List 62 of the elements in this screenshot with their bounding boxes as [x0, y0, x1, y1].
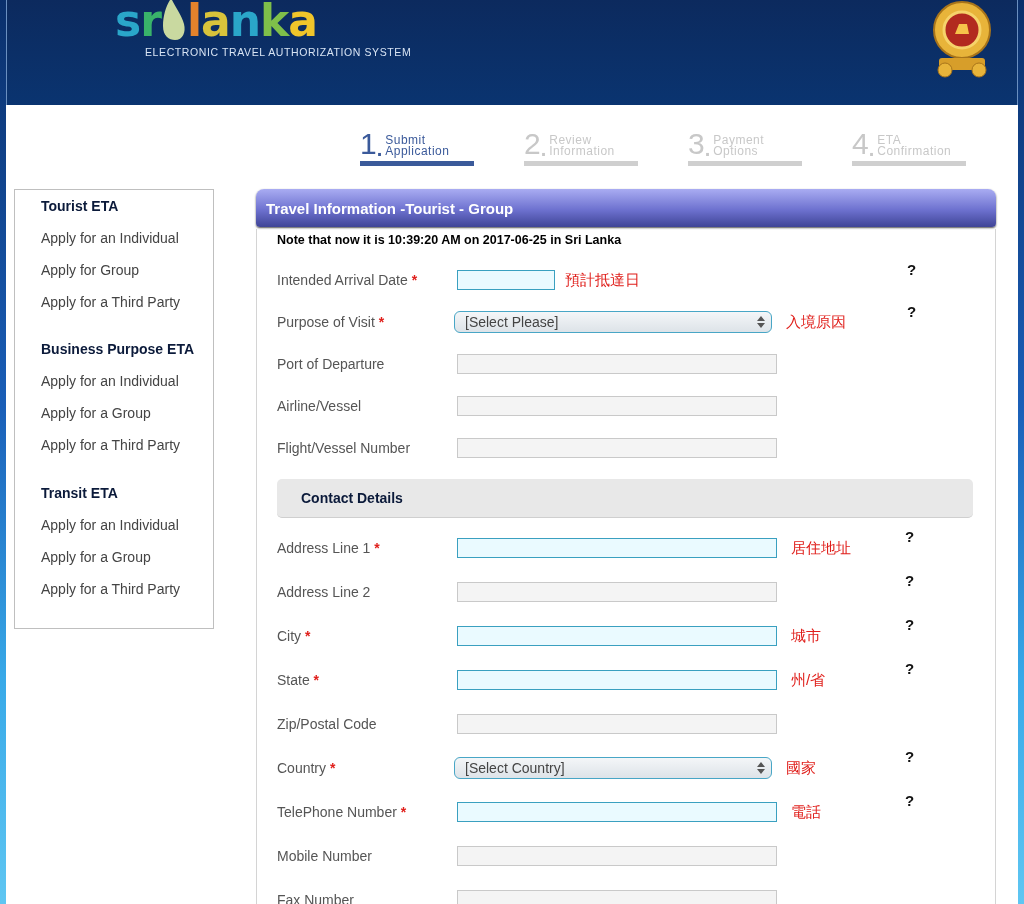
sidebar-link[interactable]: Apply for a Third Party: [41, 580, 213, 613]
field-label: State *: [277, 672, 321, 688]
section-header: Contact Details: [277, 479, 973, 518]
field-label: Address Line 2: [277, 584, 372, 600]
text-field[interactable]: [457, 538, 777, 558]
date-field[interactable]: [457, 270, 555, 290]
dropdown-field[interactable]: [Select Please]: [454, 311, 772, 333]
field-label: Zip/Postal Code: [277, 716, 378, 732]
sidebar-link[interactable]: Apply for a Group: [41, 548, 213, 581]
text-field[interactable]: [457, 626, 777, 646]
time-note: Note that now it is 10:39:20 AM on 2017-06-25 in Sri Lanka: [277, 233, 623, 247]
text-field[interactable]: [457, 802, 777, 822]
help-mark[interactable]: ?: [905, 792, 915, 809]
field-label: City *: [277, 628, 312, 644]
sidebar-link[interactable]: Apply for an Individual: [41, 230, 213, 262]
annotation-text: 預計抵達日: [565, 270, 640, 290]
field-label: TelePhone Number *: [277, 804, 408, 820]
sidebar-heading: Tourist ETA: [41, 198, 120, 216]
help-mark[interactable]: ?: [907, 261, 917, 278]
sidebar-heading: Transit ETA: [41, 484, 119, 503]
annotation-text: 城市: [791, 626, 821, 646]
text-field[interactable]: [457, 846, 777, 866]
annotation-text: 州/省: [791, 670, 826, 690]
field-label: Purpose of Visit *: [277, 314, 386, 330]
sidebar-link[interactable]: Apply for a Third Party: [41, 294, 213, 326]
field-label: Mobile Number: [277, 848, 373, 864]
sidebar-link[interactable]: Apply for Group: [41, 262, 213, 294]
help-mark[interactable]: ?: [905, 528, 915, 545]
help-mark[interactable]: ?: [905, 616, 915, 633]
text-field[interactable]: [457, 890, 777, 904]
help-mark[interactable]: ?: [905, 660, 915, 677]
annotation-text: 居住地址: [791, 538, 851, 558]
field-label: Port of Departure: [277, 356, 386, 372]
annotation-text: 入境原因: [786, 312, 846, 332]
logo-wordmark: sr lanka: [115, 0, 318, 46]
field-label: Intended Arrival Date *: [277, 272, 419, 288]
field-label: Flight/Vessel Number: [277, 440, 412, 456]
text-field[interactable]: [457, 396, 777, 416]
help-mark[interactable]: ?: [905, 748, 915, 765]
help-mark[interactable]: ?: [905, 572, 915, 589]
text-field[interactable]: [457, 582, 777, 602]
dropdown-field[interactable]: [Select Country]: [454, 757, 772, 779]
text-field[interactable]: [457, 354, 777, 374]
annotation-text: 電話: [791, 802, 821, 822]
panel-title: Travel Information -Tourist - Group: [256, 189, 996, 227]
text-field[interactable]: [457, 438, 777, 458]
up-down-caret-icon: [757, 762, 765, 774]
sidebar-link[interactable]: Apply for a Group: [41, 405, 213, 438]
sidebar-link[interactable]: Apply for an Individual: [41, 516, 213, 549]
text-field[interactable]: [457, 670, 777, 690]
island-icon: [160, 0, 187, 42]
sidebar-heading: Business Purpose ETA: [41, 341, 195, 360]
up-down-caret-icon: [757, 316, 765, 328]
field-label: Address Line 1 *: [277, 540, 381, 556]
field-label: Country *: [277, 760, 337, 776]
logo-tagline: ELECTRONIC TRAVEL AUTHORIZATION SYSTEM: [145, 46, 412, 58]
sidebar-link[interactable]: Apply for an Individual: [41, 373, 213, 406]
text-field[interactable]: [457, 714, 777, 734]
field-label: Airline/Vessel: [277, 398, 363, 414]
annotation-text: 國家: [786, 758, 816, 778]
help-mark[interactable]: ?: [907, 303, 917, 320]
sidebar-link[interactable]: Apply for a Third Party: [41, 437, 213, 470]
